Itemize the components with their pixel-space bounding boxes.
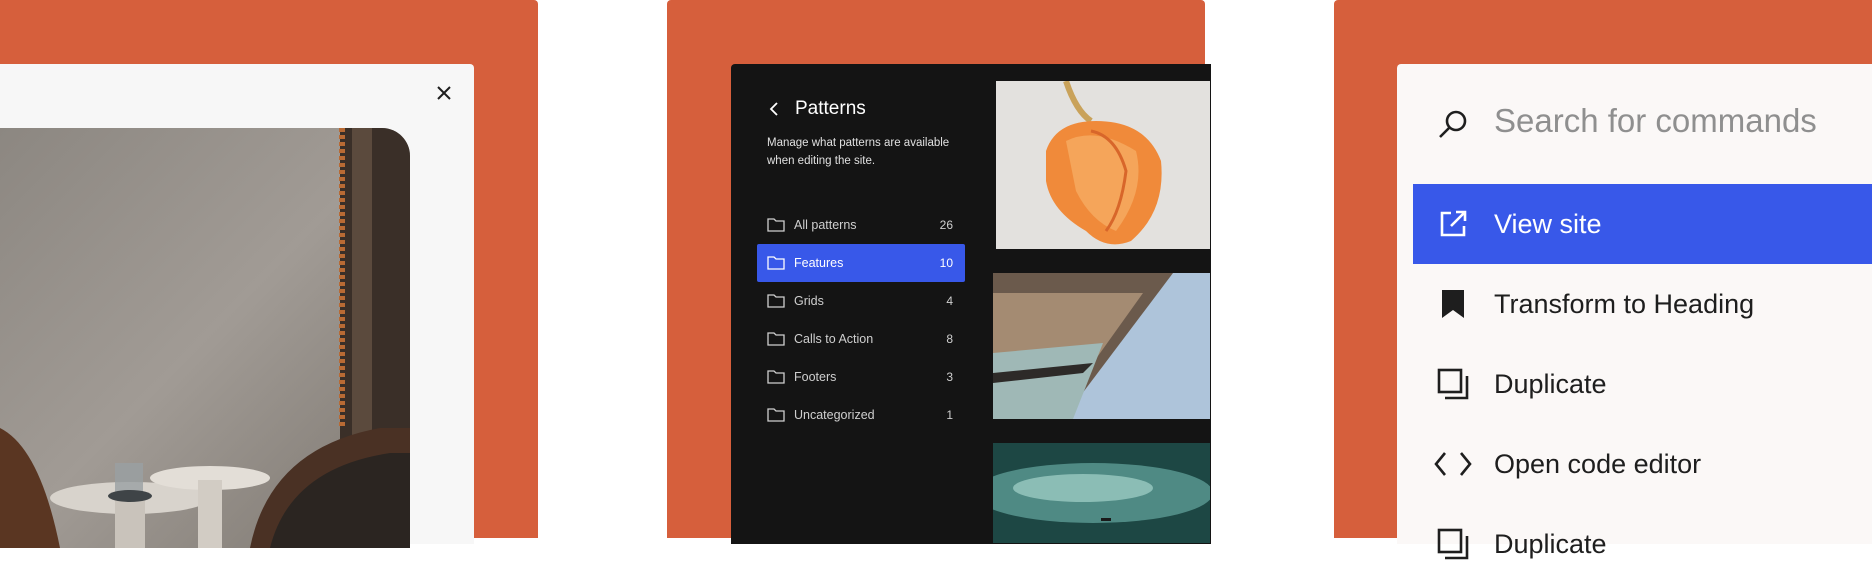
external-link-icon: [1433, 204, 1473, 244]
folder-icon: [767, 256, 785, 270]
sidebar-item-label: Grids: [794, 294, 824, 308]
chevron-left-icon[interactable]: [765, 100, 783, 118]
sidebar-item-features[interactable]: Features 10: [757, 244, 965, 282]
bookmark-icon: [1433, 284, 1473, 324]
sidebar-item-label: Features: [794, 256, 844, 270]
sidebar-item-grids[interactable]: Grids 4: [757, 282, 965, 320]
duplicate-icon: [1433, 364, 1473, 404]
item-count: 26: [939, 218, 953, 232]
item-count: 3: [946, 370, 953, 384]
patterns-description: Manage what patterns are available when …: [767, 137, 950, 167]
pattern-thumbnail-flower[interactable]: [996, 81, 1210, 249]
command-label: Transform to Heading: [1494, 288, 1755, 319]
folder-icon: [767, 294, 785, 308]
item-count: 4: [946, 294, 953, 308]
pattern-thumbnail-water[interactable]: [993, 443, 1210, 543]
pattern-thumbnail-building[interactable]: [993, 273, 1210, 419]
command-open-code-editor[interactable]: Open code editor: [1413, 424, 1872, 504]
search-row: [1436, 98, 1470, 150]
sidebar-item-all-patterns[interactable]: All patterns 26: [757, 206, 965, 244]
sidebar-item-label: Uncategorized: [794, 408, 875, 422]
command-transform-heading[interactable]: Transform to Heading: [1413, 264, 1872, 344]
item-count: 1: [946, 408, 953, 422]
sidebar-item-label: Calls to Action: [794, 332, 874, 346]
command-label: Duplicate: [1494, 368, 1607, 399]
close-icon[interactable]: [432, 81, 456, 105]
search-icon: [1439, 110, 1467, 138]
code-icon: [1433, 444, 1473, 484]
item-count: 10: [939, 256, 953, 270]
sidebar-item-label: All patterns: [794, 218, 857, 232]
sidebar-item-uncategorized[interactable]: Uncategorized 1: [757, 396, 965, 434]
interior-photo: [0, 128, 410, 548]
sidebar-item-footers[interactable]: Footers 3: [757, 358, 965, 396]
item-count: 8: [946, 332, 953, 346]
sidebar-item-calls-to-action[interactable]: Calls to Action 8: [757, 320, 965, 358]
command-duplicate-partial[interactable]: Duplicate: [1413, 504, 1872, 584]
folder-icon: [767, 370, 785, 384]
command-label: Duplicate: [1494, 528, 1607, 559]
command-view-site[interactable]: View site: [1413, 184, 1872, 264]
folder-icon: [767, 332, 785, 346]
duplicate-icon: [1433, 524, 1473, 564]
sidebar-item-label: Footers: [794, 370, 837, 384]
command-duplicate[interactable]: Duplicate: [1413, 344, 1872, 424]
command-label: Open code editor: [1494, 448, 1702, 479]
page-title: Patterns: [795, 98, 866, 119]
folder-icon: [767, 408, 785, 422]
folder-icon: [767, 218, 785, 232]
command-label: View site: [1494, 208, 1602, 239]
search-input[interactable]: Search for commands: [1494, 102, 1817, 140]
pattern-category-list: All patterns 26 Features 10 Grids 4 Call…: [757, 206, 965, 434]
